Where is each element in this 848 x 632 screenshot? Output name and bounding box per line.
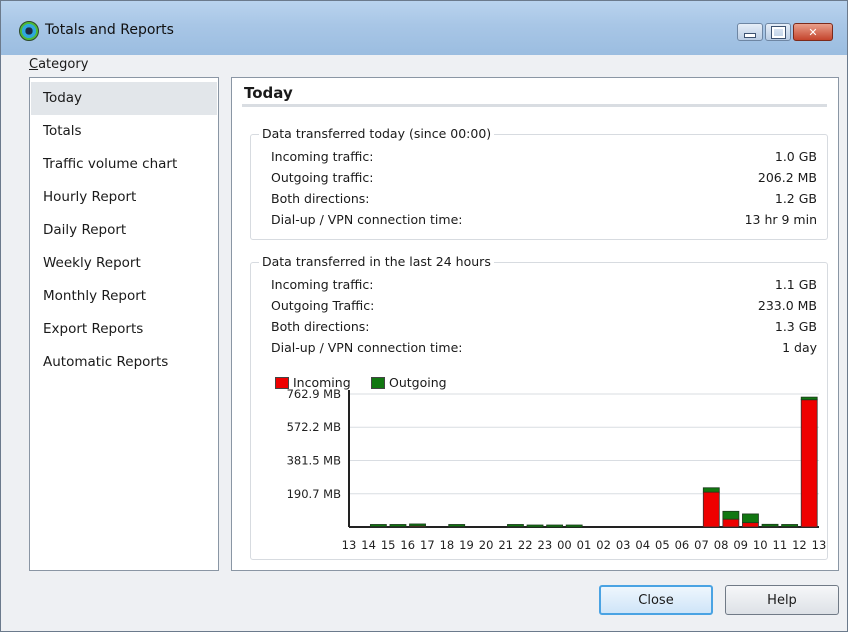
today-group: Data transferred today (since 00:00) Inc…	[250, 126, 828, 240]
y-tick-label: 381.5 MB	[287, 453, 341, 467]
maximize-button[interactable]	[765, 23, 791, 41]
y-tick-label: 572.2 MB	[287, 420, 341, 434]
minimize-icon	[738, 24, 762, 40]
sidebar-item-daily-report[interactable]: Daily Report	[31, 214, 217, 247]
bar-outgoing	[565, 524, 583, 528]
close-window-button[interactable]: ✕	[793, 23, 833, 41]
x-tick-label: 19	[459, 538, 474, 552]
x-tick-label: 16	[400, 538, 415, 552]
today-connection-time-value: 13 hr 9 min	[744, 212, 817, 227]
bar-outgoing	[409, 523, 426, 527]
today-outgoing-value: 206.2 MB	[757, 170, 817, 185]
x-tick-label: 05	[655, 538, 670, 552]
today-incoming-label: Incoming traffic:	[271, 149, 374, 164]
sidebar-item-automatic-reports[interactable]: Automatic Reports	[31, 346, 217, 379]
today-connection-time-label: Dial-up / VPN connection time:	[271, 212, 463, 227]
x-tick-label: 08	[714, 538, 729, 552]
x-tick-label: 01	[577, 538, 592, 552]
x-tick-label: 07	[694, 538, 709, 552]
category-label: Category	[29, 57, 89, 72]
minimize-button[interactable]	[737, 23, 763, 41]
x-tick-label: 00	[557, 538, 572, 552]
x-tick-label: 02	[596, 538, 611, 552]
y-tick-label: 762.9 MB	[287, 387, 341, 401]
x-tick-label: 11	[773, 538, 788, 552]
bar-outgoing	[507, 524, 524, 527]
bar-outgoing	[800, 396, 818, 401]
today-incoming-value: 1.0 GB	[774, 149, 817, 164]
bar-incoming	[722, 518, 740, 528]
x-tick-label: 14	[361, 538, 376, 552]
today-group-legend: Data transferred today (since 00:00)	[259, 126, 495, 141]
bar-outgoing	[761, 523, 779, 527]
y-tick-label: 190.7 MB	[287, 487, 341, 501]
x-tick-label: 04	[635, 538, 650, 552]
close-icon: ✕	[808, 25, 818, 39]
page-title: Today	[244, 84, 293, 102]
bar-outgoing	[722, 510, 740, 520]
traffic-bar-chart: 762.9 MB 572.2 MB 381.5 MB 190.7 MB 13 14 15 16…	[287, 387, 827, 552]
sidebar-item-export-reports[interactable]: Export Reports	[31, 313, 217, 346]
bar-outgoing	[369, 524, 387, 527]
bar-outgoing	[526, 524, 544, 528]
bar-outgoing	[702, 487, 720, 493]
bar-outgoing	[546, 524, 564, 528]
sidebar-item-hourly-report[interactable]: Hourly Report	[31, 181, 217, 214]
x-tick-label: 09	[733, 538, 748, 552]
bar-incoming	[742, 522, 759, 528]
x-tick-label: 13	[812, 538, 827, 552]
window-title: Totals and Reports	[45, 22, 174, 38]
maximize-icon	[766, 24, 790, 40]
x-tick-label: 22	[518, 538, 533, 552]
x-tick-label: 18	[440, 538, 455, 552]
x-tick-label: 06	[675, 538, 690, 552]
sidebar-item-weekly-report[interactable]: Weekly Report	[31, 247, 217, 280]
last24-group: Data transferred in the last 24 hours In…	[250, 254, 828, 560]
x-tick-label: 23	[538, 538, 553, 552]
sidebar-item-monthly-report[interactable]: Monthly Report	[31, 280, 217, 313]
sidebar-item-today[interactable]: Today	[31, 82, 217, 115]
bar-outgoing	[742, 513, 759, 524]
title-bar[interactable]: Totals and Reports ✕	[1, 1, 847, 55]
sidebar-item-traffic-volume-chart[interactable]: Traffic volume chart	[31, 148, 217, 181]
today-both-value: 1.2 GB	[774, 191, 817, 206]
today-outgoing-label: Outgoing traffic:	[271, 170, 374, 185]
bar-outgoing	[781, 524, 799, 527]
x-tick-label: 10	[753, 538, 768, 552]
sidebar-item-totals[interactable]: Totals	[31, 115, 217, 148]
x-tick-label: 17	[420, 538, 435, 552]
bar-incoming	[702, 491, 720, 528]
bar-outgoing	[448, 524, 466, 527]
today-panel: Today Data transferred today (since 00:0…	[231, 77, 839, 571]
totals-and-reports-window: Totals and Reports ✕ Category Today Tota…	[0, 0, 848, 632]
title-divider	[242, 104, 827, 107]
x-tick-label: 21	[498, 538, 513, 552]
app-logo-icon	[19, 21, 39, 41]
bar-outgoing	[389, 524, 407, 527]
x-tick-label: 03	[616, 538, 631, 552]
x-tick-label: 12	[792, 538, 807, 552]
x-tick-label: 20	[479, 538, 494, 552]
category-list: Today Totals Traffic volume chart Hourly…	[29, 77, 219, 571]
today-both-label: Both directions:	[271, 191, 370, 206]
close-button[interactable]: Close	[599, 585, 713, 615]
bar-incoming	[800, 399, 818, 528]
x-tick-label: 15	[381, 538, 396, 552]
x-tick-label: 13	[342, 538, 357, 552]
help-button[interactable]: Help	[725, 585, 839, 615]
